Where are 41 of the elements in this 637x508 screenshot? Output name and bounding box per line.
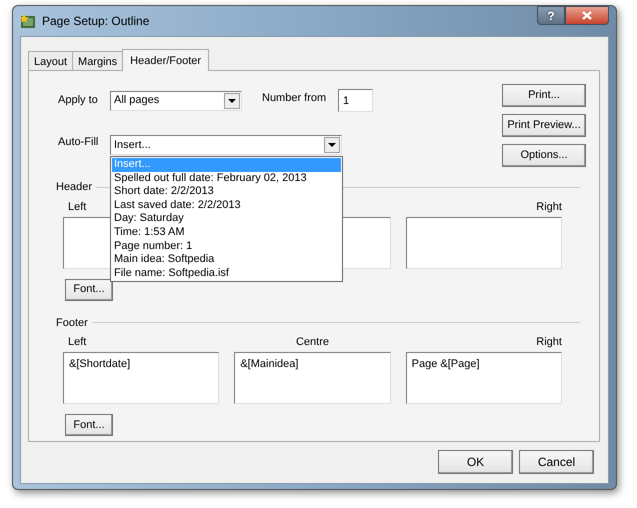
text-box[interactable]: Page &[Page]: [406, 352, 562, 404]
dialog-button[interactable]: OK: [438, 450, 513, 474]
close-icon: [582, 11, 592, 20]
column-label: Left: [67, 336, 86, 348]
dialog-button[interactable]: Cancel: [519, 450, 594, 474]
tab[interactable]: Header/Footer: [122, 49, 210, 71]
dropdown-option[interactable]: Main idea: Softpedia: [112, 253, 341, 267]
side-button[interactable]: Options...: [502, 144, 586, 167]
dropdown-option[interactable]: Day: Saturday: [112, 212, 341, 226]
dropdown-option[interactable]: File name: Softpedia.isf: [112, 266, 341, 280]
group-title: Footer: [56, 316, 88, 330]
app-icon: [20, 13, 36, 29]
number-from-field[interactable]: 1: [338, 89, 373, 112]
apply-to-dropdown[interactable]: All pages: [110, 90, 242, 110]
column-label: Left: [67, 200, 86, 212]
group-title: Header: [56, 180, 92, 195]
caret-icon: [228, 98, 236, 102]
text-box[interactable]: &[Mainidea]: [234, 352, 391, 404]
help-button[interactable]: ?: [537, 6, 565, 25]
dropdown-option[interactable]: Spelled out full date: February 02, 2013: [112, 172, 341, 186]
dropdown-option[interactable]: Last saved date: 2/2/2013: [112, 198, 341, 212]
side-button[interactable]: Print Preview...: [502, 114, 586, 137]
dropdown-option[interactable]: Time: 1:53 AM: [112, 226, 341, 240]
text-box[interactable]: [406, 216, 562, 268]
tab[interactable]: Margins: [72, 51, 124, 70]
field-label: Number from: [262, 90, 328, 106]
close-button[interactable]: [565, 6, 609, 25]
caret-icon: [328, 143, 336, 147]
font-button[interactable]: Font...: [65, 414, 113, 436]
dropdown-option[interactable]: Short date: 2/2/2013: [112, 185, 341, 199]
column-label: Right: [536, 200, 562, 212]
font-button[interactable]: Font...: [65, 278, 113, 300]
window-title: Page Setup: Outline: [42, 13, 150, 30]
dropdown-option[interactable]: Page number: 1: [112, 240, 341, 254]
text-box[interactable]: &[Shortdate]: [63, 352, 220, 404]
field-label: Apply to: [58, 93, 99, 108]
side-button[interactable]: Print...: [502, 84, 586, 107]
column-label: Centre: [296, 336, 329, 348]
field-label: Auto-Fill: [58, 135, 100, 150]
tab[interactable]: Layout: [28, 51, 74, 70]
column-label: Right: [536, 336, 562, 348]
